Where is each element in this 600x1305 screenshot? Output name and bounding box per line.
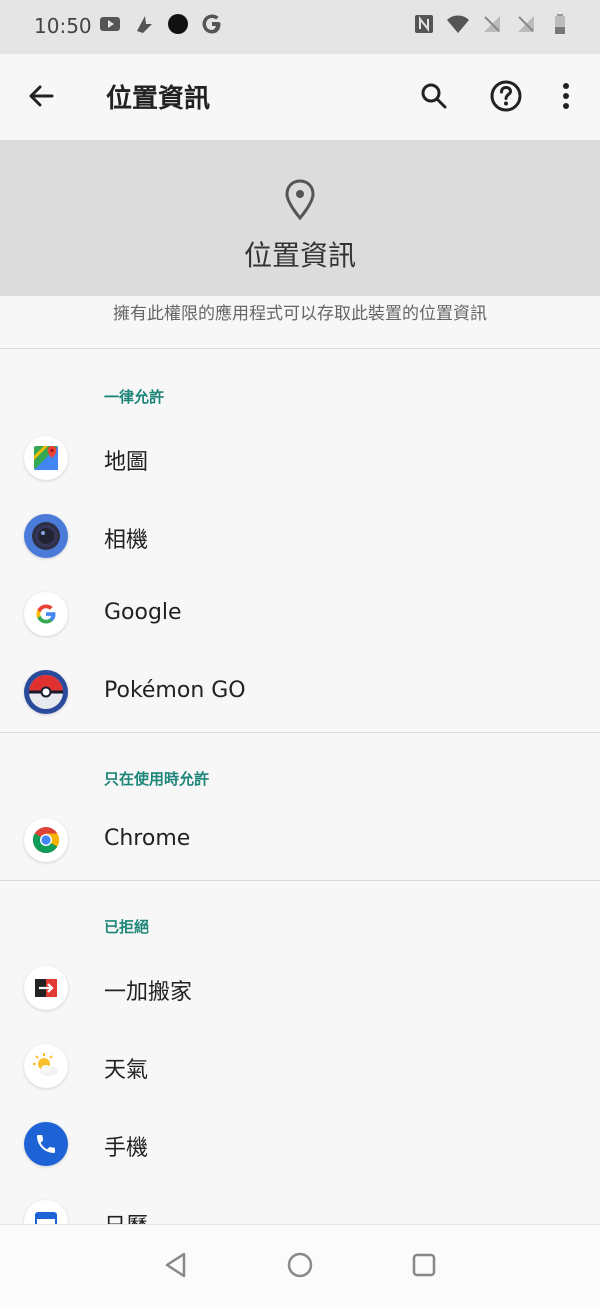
app-bar: 位置資訊: [0, 54, 600, 140]
status-time: 10:50: [34, 14, 92, 38]
app-item-phone[interactable]: 手機: [0, 1106, 600, 1182]
nav-recents-icon[interactable]: [408, 1249, 440, 1281]
section-label-while-using: 只在使用時允許: [104, 770, 210, 788]
wifi-icon: [446, 12, 470, 36]
navigation-bar: [0, 1224, 600, 1305]
notification-icons: [98, 12, 224, 36]
youtube-notification-icon: [98, 12, 122, 36]
pokemon-go-icon: [24, 670, 68, 714]
app-item-chrome[interactable]: Chrome: [0, 802, 600, 878]
help-icon[interactable]: [486, 76, 526, 116]
section-label-always: 一律允許: [104, 388, 165, 406]
app-item-google[interactable]: Google: [0, 576, 600, 652]
nfc-icon: [412, 12, 436, 36]
phone-icon: [24, 1122, 68, 1166]
google-notification-icon: [200, 12, 224, 36]
app-label: 一加搬家: [104, 980, 193, 1005]
status-bar: 10:50: [0, 0, 600, 54]
section-label-denied: 已拒絕: [104, 918, 150, 936]
divider: [0, 348, 600, 349]
dot-notification-icon: [166, 12, 190, 36]
calendar-icon: [24, 1200, 68, 1224]
signal-icon: [480, 12, 504, 36]
search-icon[interactable]: [414, 76, 454, 116]
more-options-icon[interactable]: [546, 76, 586, 116]
nav-home-icon[interactable]: [284, 1249, 316, 1281]
camera-icon: [24, 514, 68, 558]
permission-description-text: 擁有此權限的應用程式可以存取此裝置的位置資訊: [113, 304, 487, 324]
app-label: 手機: [104, 1136, 149, 1161]
app-item-calendar[interactable]: 日曆: [0, 1184, 600, 1224]
oneplus-switch-icon: [24, 966, 68, 1010]
permission-header: 位置資訊: [0, 140, 600, 296]
battery-icon: [548, 12, 572, 36]
google-icon: [24, 592, 68, 636]
back-arrow-icon[interactable]: [22, 76, 62, 116]
app-label: 天氣: [104, 1058, 149, 1083]
divider: [0, 880, 600, 881]
chrome-icon: [24, 818, 68, 862]
nav-back-icon[interactable]: [160, 1249, 192, 1281]
app-item-pokemon-go[interactable]: Pokémon GO: [0, 654, 600, 730]
location-pin-icon: [280, 178, 320, 222]
permission-description: 擁有此權限的應用程式可以存取此裝置的位置資訊: [0, 296, 600, 348]
page-title: 位置資訊: [106, 84, 211, 114]
app-label: 相機: [104, 528, 149, 553]
divider: [0, 732, 600, 733]
app-label: Chrome: [104, 826, 191, 851]
app-label: Pokémon GO: [104, 678, 246, 703]
app-label: 日曆: [104, 1208, 148, 1224]
app-label: Google: [104, 600, 182, 625]
maps-icon: [24, 436, 68, 480]
app-label: 地圖: [104, 450, 149, 475]
signal-2-icon: [514, 12, 538, 36]
weather-icon: [24, 1044, 68, 1088]
app-item-maps[interactable]: 地圖: [0, 420, 600, 496]
header-title: 位置資訊: [243, 239, 356, 272]
arrow-notification-icon: [132, 12, 156, 36]
app-item-weather[interactable]: 天氣: [0, 1028, 600, 1104]
app-item-oneplus-switch[interactable]: 一加搬家: [0, 950, 600, 1026]
app-item-camera[interactable]: 相機: [0, 498, 600, 574]
system-icons: [412, 12, 572, 36]
